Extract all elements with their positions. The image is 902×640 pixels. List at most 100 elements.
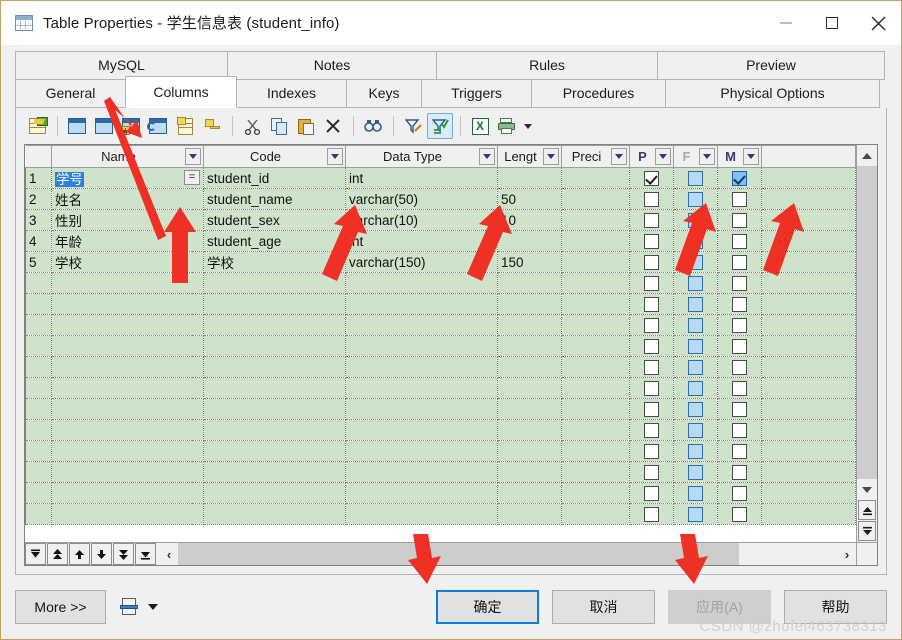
cell-code[interactable]: student_id (203, 167, 346, 189)
cell-name[interactable]: 学号 = (51, 167, 204, 189)
foreign-cell[interactable] (673, 482, 718, 504)
cell-code[interactable] (203, 314, 346, 336)
scroll-bottom-icon[interactable] (858, 521, 876, 541)
scroll-up-chevron-up-icon[interactable] (857, 145, 877, 166)
foreign-checkbox[interactable] (688, 212, 703, 228)
foreign-checkbox[interactable] (688, 170, 703, 186)
cell-name[interactable] (51, 503, 204, 525)
cell-datatype[interactable]: varchar(50) (345, 188, 498, 210)
foreign-checkbox[interactable] (688, 443, 703, 459)
row-number[interactable] (25, 419, 52, 441)
mandatory-cell[interactable] (717, 167, 762, 189)
properties-icon[interactable] (24, 113, 50, 139)
cancel-button[interactable]: 取消 (552, 590, 655, 624)
mandatory-checkbox[interactable] (732, 422, 747, 438)
cell-precision[interactable] (561, 335, 630, 357)
primary-checkbox[interactable] (644, 464, 659, 480)
mandatory-checkbox[interactable] (732, 191, 747, 207)
tab-procedures[interactable]: Procedures (531, 79, 666, 108)
primary-cell[interactable] (629, 440, 674, 462)
row-number[interactable]: 3 (25, 209, 52, 231)
mandatory-cell[interactable] (717, 335, 762, 357)
cell-name[interactable]: 年龄 (51, 230, 204, 252)
header-datatype[interactable]: Data Type (345, 145, 498, 168)
foreign-checkbox[interactable] (688, 254, 703, 270)
row-number[interactable] (25, 440, 52, 462)
print-setup-chevron-down-icon[interactable] (145, 598, 161, 616)
cell-precision[interactable] (561, 188, 630, 210)
find-icon[interactable] (360, 113, 386, 139)
table-row[interactable] (25, 314, 856, 336)
cell-datatype[interactable] (345, 398, 498, 420)
mandatory-checkbox[interactable] (732, 317, 747, 333)
cell-code[interactable] (203, 482, 346, 504)
foreign-cell[interactable] (673, 293, 718, 315)
cut-icon[interactable] (239, 113, 265, 139)
foreign-checkbox[interactable] (688, 464, 703, 480)
foreign-cell[interactable] (673, 251, 718, 273)
tab-notes[interactable]: Notes (227, 51, 437, 80)
mandatory-cell[interactable] (717, 293, 762, 315)
foreign-cell[interactable] (673, 314, 718, 336)
cell-editor-button[interactable]: = (184, 170, 200, 185)
mandatory-checkbox[interactable] (732, 170, 747, 186)
table-row[interactable] (25, 272, 856, 294)
primary-cell[interactable] (629, 419, 674, 441)
header-primary-chevron-down-icon[interactable] (655, 148, 671, 165)
cell-datatype[interactable]: varchar(10) (345, 209, 498, 231)
mandatory-checkbox[interactable] (732, 401, 747, 417)
table-row[interactable] (25, 293, 856, 315)
cell-datatype[interactable] (345, 482, 498, 504)
cell-precision[interactable] (561, 272, 630, 294)
primary-cell[interactable] (629, 335, 674, 357)
primary-checkbox[interactable] (644, 233, 659, 249)
maximize-icon[interactable] (809, 1, 855, 45)
cell-datatype[interactable] (345, 503, 498, 525)
header-name-chevron-down-icon[interactable] (185, 148, 201, 165)
row-number[interactable]: 5 (25, 251, 52, 273)
cell-length[interactable] (497, 167, 562, 189)
cell-name[interactable] (51, 272, 204, 294)
primary-cell[interactable] (629, 314, 674, 336)
foreign-checkbox[interactable] (688, 506, 703, 522)
tab-keys[interactable]: Keys (346, 79, 422, 108)
cell-precision[interactable] (561, 503, 630, 525)
print-dropdown-chevron-down-icon[interactable] (521, 113, 535, 139)
cell-code[interactable] (203, 398, 346, 420)
mandatory-cell[interactable] (717, 356, 762, 378)
mandatory-checkbox[interactable] (732, 212, 747, 228)
note-icon[interactable] (172, 113, 198, 139)
header-name[interactable]: Name (51, 145, 204, 168)
table-row[interactable]: 1 学号 = student_id int (25, 167, 856, 189)
mandatory-cell[interactable] (717, 230, 762, 252)
cell-code[interactable] (203, 272, 346, 294)
mandatory-cell[interactable] (717, 503, 762, 525)
cell-name[interactable] (51, 377, 204, 399)
cell-precision[interactable] (561, 377, 630, 399)
cell-code[interactable] (203, 419, 346, 441)
mandatory-cell[interactable] (717, 419, 762, 441)
horizontal-scrollbar[interactable]: ‹ › (160, 543, 856, 565)
next-record-icon[interactable] (91, 543, 112, 565)
vertical-scrollbar[interactable] (856, 145, 877, 542)
primary-cell[interactable] (629, 398, 674, 420)
minimize-icon[interactable] (763, 1, 809, 45)
cell-length[interactable]: 50 (497, 188, 562, 210)
copy-icon[interactable] (266, 113, 292, 139)
row-number[interactable]: 2 (25, 188, 52, 210)
foreign-cell[interactable] (673, 377, 718, 399)
row-number[interactable] (25, 293, 52, 315)
row-number[interactable] (25, 503, 52, 525)
header-precision-chevron-down-icon[interactable] (611, 148, 627, 165)
table-row[interactable] (25, 461, 856, 483)
delete-icon[interactable] (320, 113, 346, 139)
header-code[interactable]: Code (203, 145, 346, 168)
vscroll-track[interactable] (857, 166, 877, 479)
mandatory-cell[interactable] (717, 461, 762, 483)
cell-precision[interactable] (561, 482, 630, 504)
foreign-cell[interactable] (673, 188, 718, 210)
cell-code[interactable] (203, 356, 346, 378)
cell-code[interactable]: student_name (203, 188, 346, 210)
table-row[interactable] (25, 356, 856, 378)
cell-precision[interactable] (561, 293, 630, 315)
